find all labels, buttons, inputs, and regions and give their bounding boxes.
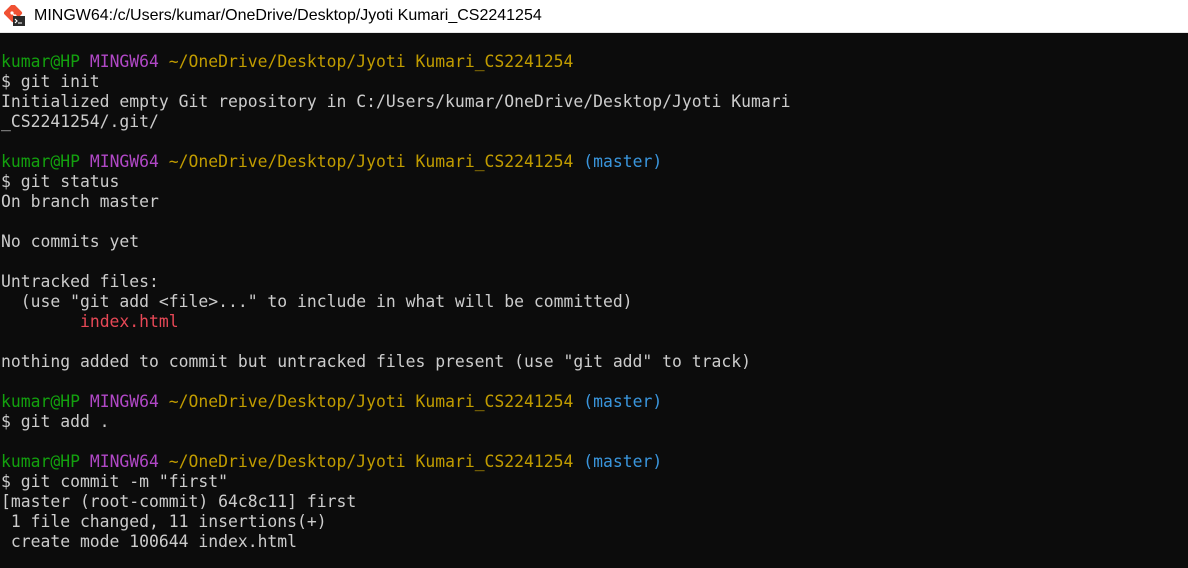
- terminal-line: kumar@HP MINGW64 ~/OneDrive/Desktop/Jyot…: [1, 152, 1188, 172]
- terminal-line: On branch master: [1, 192, 1188, 212]
- window-title: MINGW64:/c/Users/kumar/OneDrive/Desktop/…: [34, 7, 542, 24]
- terminal-line: index.html: [1, 312, 1188, 332]
- terminal-line: $ git status: [1, 172, 1188, 192]
- prompt-path: ~/OneDrive/Desktop/Jyoti Kumari_CS224125…: [168, 392, 574, 411]
- terminal-text: $ git status: [1, 172, 120, 191]
- terminal-line: _CS2241254/.git/: [1, 112, 1188, 132]
- prompt-user-host: kumar@HP: [1, 152, 80, 171]
- terminal-line: (use "git add <file>..." to include in w…: [1, 292, 1188, 312]
- prompt-user-host: kumar@HP: [1, 452, 80, 471]
- prompt-branch: (master): [583, 452, 663, 471]
- terminal-line: create mode 100644 index.html: [1, 532, 1188, 552]
- prompt-path: ~/OneDrive/Desktop/Jyoti Kumari_CS224125…: [168, 452, 574, 471]
- prompt-user-host: kumar@HP: [1, 392, 80, 411]
- terminal-text: (use "git add <file>..." to include in w…: [1, 292, 633, 311]
- terminal-text: $ git init: [1, 72, 100, 91]
- window-titlebar[interactable]: MINGW64:/c/Users/kumar/OneDrive/Desktop/…: [0, 0, 1188, 33]
- terminal-text: $ git add .: [1, 412, 110, 431]
- prompt-branch: (master): [583, 152, 663, 171]
- prompt-user-host: kumar@HP: [1, 52, 80, 71]
- terminal-line: Untracked files:: [1, 272, 1188, 292]
- terminal-text: 1 file changed, 11 insertions(+): [1, 512, 327, 531]
- terminal-text: Untracked files:: [1, 272, 159, 291]
- prompt-path: ~/OneDrive/Desktop/Jyoti Kumari_CS224125…: [168, 52, 574, 71]
- terminal-text: No commits yet: [1, 232, 140, 251]
- terminal-line: $ git init: [1, 72, 1188, 92]
- terminal-line: Initialized empty Git repository in C:/U…: [1, 92, 1188, 112]
- terminal-line: kumar@HP MINGW64 ~/OneDrive/Desktop/Jyot…: [1, 452, 1188, 472]
- prompt-shell: MINGW64: [89, 152, 159, 171]
- terminal-text: create mode 100644 index.html: [1, 532, 298, 551]
- terminal-line: 1 file changed, 11 insertions(+): [1, 512, 1188, 532]
- terminal-line: kumar@HP MINGW64 ~/OneDrive/Desktop/Jyot…: [1, 52, 1188, 72]
- prompt-shell: MINGW64: [89, 52, 159, 71]
- prompt-path: ~/OneDrive/Desktop/Jyoti Kumari_CS224125…: [168, 152, 574, 171]
- prompt-shell: MINGW64: [89, 452, 159, 471]
- terminal-text: Initialized empty Git repository in C:/U…: [1, 92, 791, 111]
- terminal-output[interactable]: kumar@HP MINGW64 ~/OneDrive/Desktop/Jyot…: [0, 33, 1188, 568]
- terminal-line: [master (root-commit) 64c8c11] first: [1, 492, 1188, 512]
- terminal-text: _CS2241254/.git/: [1, 112, 159, 131]
- terminal-text: On branch master: [1, 192, 159, 211]
- untracked-file: index.html: [79, 312, 179, 331]
- terminal-line: $ git commit -m "first": [1, 472, 1188, 492]
- terminal-text: $ git commit -m "first": [1, 472, 228, 491]
- git-bash-icon[interactable]: [4, 5, 26, 27]
- terminal-text: nothing added to commit but untracked fi…: [1, 352, 751, 371]
- terminal-line: kumar@HP MINGW64 ~/OneDrive/Desktop/Jyot…: [1, 392, 1188, 412]
- terminal-text: [master (root-commit) 64c8c11] first: [1, 492, 357, 511]
- prompt-branch: (master): [583, 392, 663, 411]
- terminal-line: $ git add .: [1, 412, 1188, 432]
- terminal-line: nothing added to commit but untracked fi…: [1, 352, 1188, 372]
- terminal-line: No commits yet: [1, 232, 1188, 252]
- prompt-shell: MINGW64: [89, 392, 159, 411]
